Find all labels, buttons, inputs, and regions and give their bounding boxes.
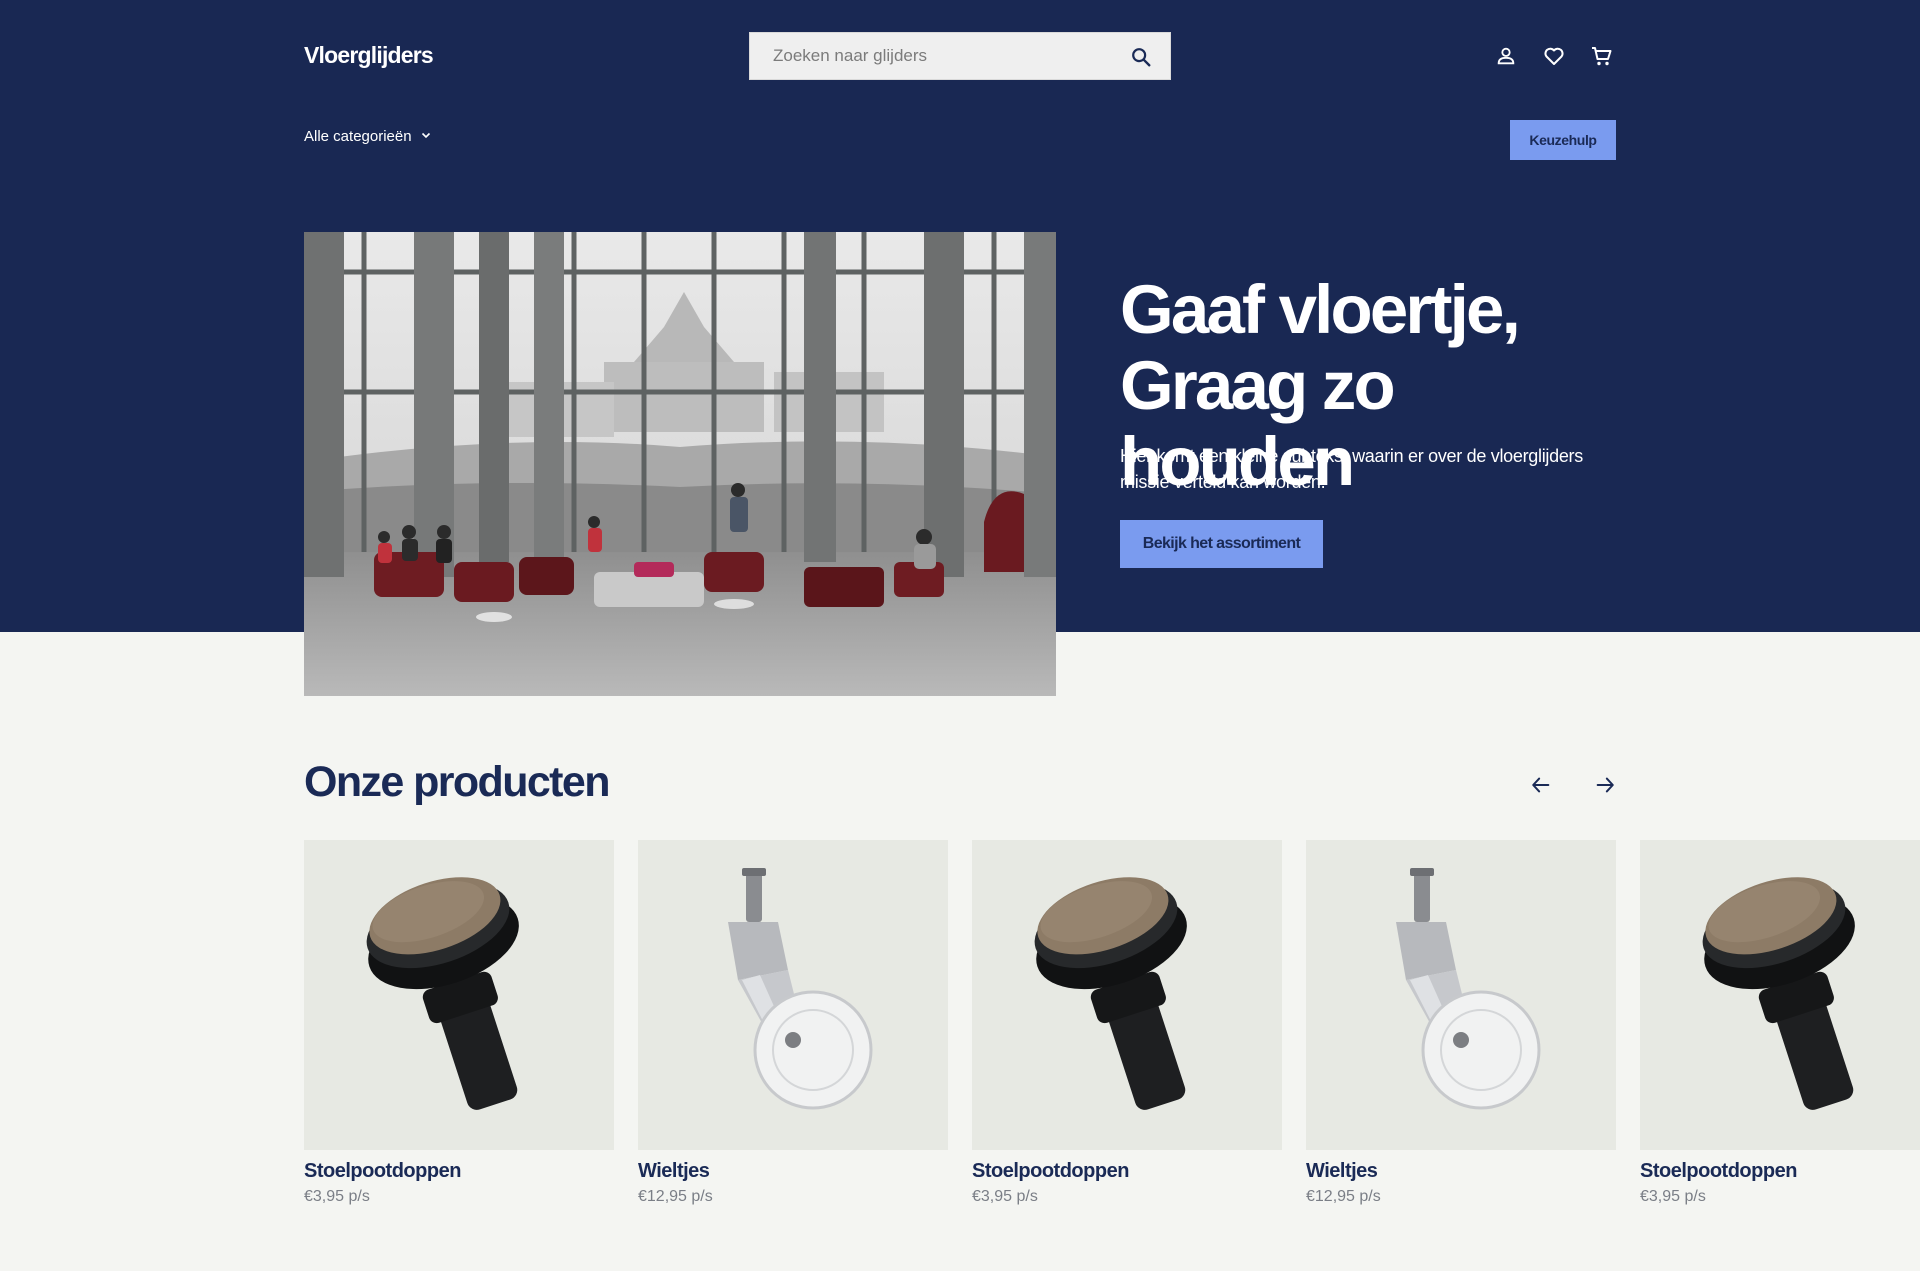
search-icon[interactable] [1128,44,1154,70]
product-price: €3,95 p/s [304,1188,370,1205]
header-icons [1492,42,1616,70]
caster-wheel-image [1306,840,1616,1150]
hero-title-line1: Gaaf vloertje, [1120,271,1521,348]
product-name: Wieltjes [638,1160,710,1182]
keuzehulp-button[interactable]: Keuzehulp [1510,120,1616,160]
products-section-title: Onze producten [304,758,610,806]
user-icon[interactable] [1492,42,1520,70]
search-input[interactable] [750,33,1110,79]
product-price: €3,95 p/s [1640,1188,1706,1205]
felt-glider-image [972,840,1282,1150]
caster-wheel-image [638,840,948,1150]
browse-assortment-button[interactable]: Bekijk het assortiment [1120,520,1323,568]
search-bar [749,32,1171,80]
categories-label: Alle categorieën [304,128,412,145]
product-card[interactable]: Stoelpootdoppen €3,95 p/s [972,840,1282,1206]
site-logo[interactable]: Vloerglijders [304,42,434,69]
felt-glider-image [1640,840,1920,1150]
product-card[interactable]: Wieltjes €12,95 p/s [1306,840,1616,1206]
product-price: €3,95 p/s [972,1188,1038,1205]
chevron-down-icon [420,128,432,145]
felt-glider-image [304,840,614,1150]
product-name: Stoelpootdoppen [972,1160,1129,1182]
heart-icon[interactable] [1540,42,1568,70]
categories-dropdown[interactable]: Alle categorieën [304,128,432,145]
hero-subtitle: Hier komt een kleine subtekst waarin er … [1120,446,1583,492]
product-card[interactable]: Wieltjes €12,95 p/s [638,840,948,1206]
product-price: €12,95 p/s [1306,1188,1381,1205]
hero-image [304,232,1056,696]
cart-icon[interactable] [1588,42,1616,70]
carousel-controls [1526,770,1620,800]
product-carousel: Stoelpootdoppen €3,95 p/s Wieltjes €12,95 … [304,840,1920,1240]
product-card[interactable]: Stoelpootdoppen €3,95 p/s [304,840,614,1206]
product-name: Stoelpootdoppen [1640,1160,1797,1182]
product-card[interactable]: Stoelpootdoppen €3,95 p/s [1640,840,1920,1206]
product-name: Stoelpootdoppen [304,1160,461,1182]
arrow-left-icon[interactable] [1526,770,1556,800]
product-price: €12,95 p/s [638,1188,713,1205]
product-name: Wieltjes [1306,1160,1378,1182]
arrow-right-icon[interactable] [1590,770,1620,800]
header: Vloerglijders [304,32,1616,80]
